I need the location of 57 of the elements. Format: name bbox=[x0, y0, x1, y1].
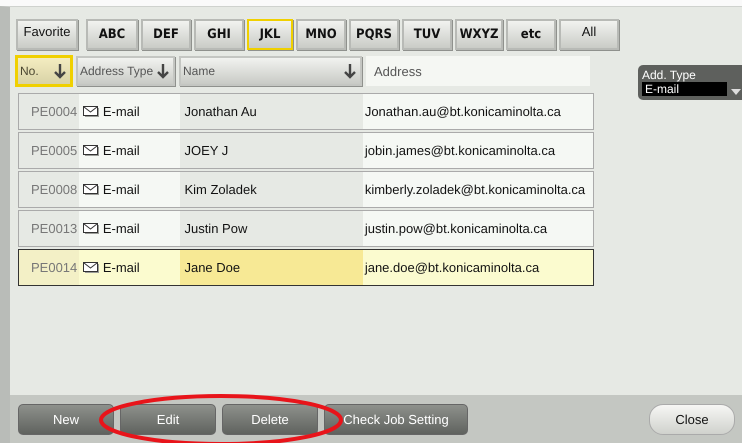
index-tab[interactable]: TUV bbox=[402, 19, 452, 50]
number-text: PE0008 bbox=[31, 182, 78, 197]
action-button[interactable]: New bbox=[18, 404, 114, 434]
down-arrow-icon bbox=[343, 63, 357, 79]
envelope-icon bbox=[82, 144, 100, 156]
type-text: E-mail bbox=[102, 260, 140, 275]
address-row[interactable]: PE0004 E-mail Jonathan Au Jonathan.au@bt.konicaminolta.ca bbox=[18, 93, 594, 130]
index-tab[interactable]: PQRS bbox=[349, 19, 399, 50]
index-tab[interactable]: GHI bbox=[194, 19, 244, 50]
index-tab[interactable]: Favorite bbox=[16, 19, 78, 50]
caret-icon bbox=[730, 88, 742, 96]
sort-header[interactable]: No. bbox=[16, 56, 72, 86]
number-text: PE0014 bbox=[31, 260, 78, 275]
number-text: PE0005 bbox=[31, 143, 78, 158]
address-text: jane.doe@bt.konicaminolta.ca bbox=[364, 260, 540, 275]
type-text: E-mail bbox=[102, 104, 140, 119]
action-button[interactable]: Close bbox=[649, 404, 735, 434]
address-text: Jonathan.au@bt.konicaminolta.ca bbox=[364, 104, 561, 119]
action-button[interactable]: Delete bbox=[222, 404, 318, 434]
name-text: JOEY J bbox=[184, 143, 228, 158]
address-row[interactable]: PE0014 E-mail Jane Doe jane.doe@bt.konicaminolta.ca bbox=[18, 249, 594, 286]
index-tab[interactable]: JKL bbox=[247, 19, 293, 50]
index-tab[interactable]: WXYZ bbox=[455, 19, 503, 50]
address-text: jobin.james@bt.konicaminolta.ca bbox=[364, 143, 556, 158]
index-tab[interactable]: etc bbox=[506, 19, 556, 50]
number-text: PE0013 bbox=[31, 221, 78, 236]
down-arrow-icon bbox=[156, 63, 170, 79]
envelope-icon bbox=[82, 106, 100, 118]
number-text: PE0004 bbox=[31, 104, 78, 119]
action-button[interactable]: Check Job Setting bbox=[324, 404, 468, 434]
index-tab[interactable]: ABC bbox=[86, 19, 138, 50]
address-type-dropdown[interactable]: Add. Type E-mail bbox=[638, 65, 742, 100]
action-button[interactable]: Edit bbox=[120, 404, 216, 434]
type-text: E-mail bbox=[102, 143, 140, 158]
index-tab[interactable]: DEF bbox=[141, 19, 191, 50]
name-text: Jane Doe bbox=[184, 260, 240, 275]
address-row[interactable]: PE0005 E-mail JOEY J jobin.james@bt.konicaminolta.ca bbox=[18, 132, 594, 169]
dropdown-value: E-mail bbox=[642, 82, 727, 96]
address-row[interactable]: PE0013 E-mail Justin Pow justin.pow@bt.konicaminolta.ca bbox=[18, 210, 594, 247]
column-header: Address bbox=[366, 56, 590, 86]
address-row[interactable]: PE0008 E-mail Kim Zoladek kimberly.zoladek@bt.konicaminolta.ca bbox=[18, 171, 594, 208]
envelope-icon bbox=[82, 222, 100, 234]
sort-header[interactable]: Name bbox=[179, 56, 362, 86]
index-tab[interactable]: All bbox=[559, 19, 619, 50]
sort-header[interactable]: Address Type bbox=[76, 56, 175, 86]
envelope-icon bbox=[82, 184, 100, 196]
index-tab[interactable]: MNO bbox=[296, 19, 346, 50]
envelope-icon bbox=[82, 262, 100, 274]
dropdown-label: Add. Type bbox=[642, 68, 697, 82]
down-arrow-icon bbox=[53, 63, 67, 79]
name-text: Jonathan Au bbox=[184, 104, 257, 119]
type-text: E-mail bbox=[102, 221, 140, 236]
type-text: E-mail bbox=[102, 182, 140, 197]
address-text: kimberly.zoladek@bt.konicaminolta.ca bbox=[364, 182, 586, 197]
address-text: justin.pow@bt.konicaminolta.ca bbox=[364, 221, 548, 236]
name-text: Kim Zoladek bbox=[184, 182, 257, 197]
name-text: Justin Pow bbox=[184, 221, 248, 236]
